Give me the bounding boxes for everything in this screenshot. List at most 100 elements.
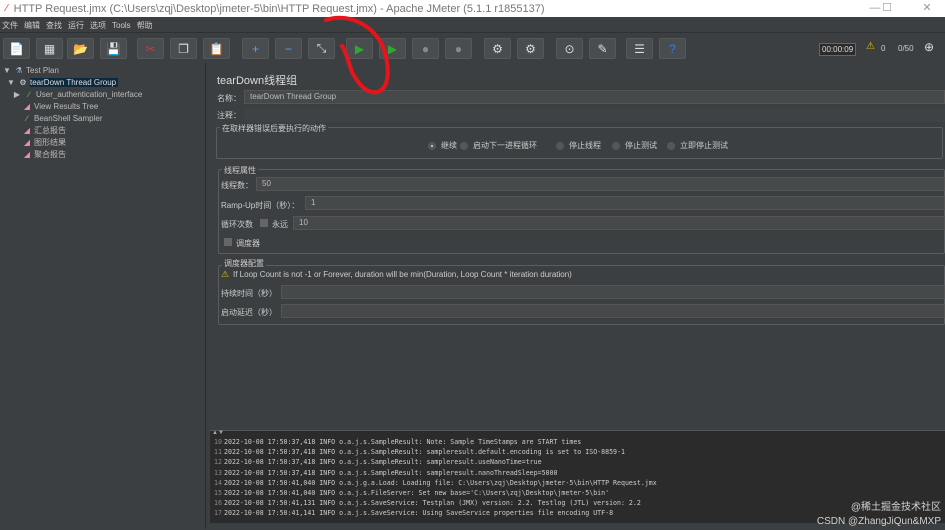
radio-stop-test-now[interactable]: 立即停止测试 [667, 140, 728, 151]
title-bar: ∕ HTTP Request.jmx (C:\Users\zqj\Desktop… [0, 0, 945, 17]
radio-stop-test[interactable]: 停止测试 [612, 140, 657, 151]
clear-button[interactable]: ⚙ [484, 38, 511, 59]
test-plan-tree: ▼ ⚗ Test Plan ▼ ⚙ tearDown Thread Group ▶ ∕ User… [0, 63, 206, 529]
jmeter-feather-icon: ∕ [6, 3, 8, 14]
log-text: 2022-10-08 17:50:41,141 INFO o.a.j.s.Sav… [224, 509, 614, 518]
menu-edit[interactable]: 编辑 [24, 20, 40, 31]
menu-file[interactable]: 文件 [2, 20, 18, 31]
log-line: 15 2022-10-08 17:50:41,040 INFO o.a.j.s.F… [210, 488, 609, 498]
menu-bar: 文件 编辑 查找 运行 选项 Tools 帮助 [0, 18, 945, 33]
log-text: 2022-10-08 17:50:41,040 INFO o.a.j.g.a.L… [224, 478, 657, 487]
expander-icon[interactable]: ▶ [12, 90, 22, 99]
tree-node-label: Test Plan [26, 66, 59, 75]
error-action-label: 在取样器错误后要执行的动作 [220, 123, 328, 134]
red-annotation-scribble [324, 15, 390, 95]
function-helper-icon: ☰ [634, 41, 645, 56]
search-button[interactable]: ⊙ [556, 38, 583, 59]
cut-icon: ✂ [145, 41, 156, 56]
startup-delay-input[interactable] [281, 304, 945, 318]
comment-input[interactable] [244, 108, 945, 122]
log-text: 2022-10-08 17:50:41,131 INFO o.a.j.s.Sav… [224, 499, 641, 508]
paste-icon: 📋 [209, 41, 224, 56]
scheduler-checkbox[interactable] [224, 238, 232, 246]
elapsed-timer: 00:00:09 [819, 43, 857, 56]
function-helper-button[interactable]: ☰ [626, 38, 653, 59]
radio-stop-thread[interactable]: 停止线程 [556, 140, 601, 151]
threads-input[interactable]: 50 [256, 177, 945, 191]
watermark-line2: CSDN @ZhangJiQun&MXP [816, 516, 941, 527]
menu-help[interactable]: 帮助 [137, 20, 153, 31]
rampup-input[interactable]: 1 [305, 196, 945, 210]
tree-node[interactable]: ◢ 聚合报告 [10, 149, 66, 160]
templates-button[interactable]: ▦ [36, 38, 63, 59]
menu-run[interactable]: 运行 [68, 20, 84, 31]
stop-button[interactable]: ● [412, 38, 439, 59]
shutdown-button[interactable]: ● [445, 38, 472, 59]
loop-count-input[interactable]: 10 [293, 216, 945, 230]
split-arrows-icon[interactable]: ▲▼ [212, 430, 224, 436]
copy-button[interactable]: ❐ [170, 38, 197, 59]
forever-label: 永远 [272, 220, 288, 229]
tree-node-label: 聚合报告 [34, 150, 66, 159]
menu-options[interactable]: 选项 [90, 20, 106, 31]
tree-node[interactable]: ◢ 汇总报告 [10, 125, 66, 136]
duration-label: 持续时间（秒） [221, 289, 277, 298]
search-icon: ⊙ [564, 41, 575, 56]
radio-label: 立即停止测试 [680, 141, 728, 150]
radio-label: 停止测试 [625, 141, 657, 150]
line-number: 11 [214, 448, 222, 457]
log-line: 14 2022-10-08 17:50:41,040 INFO o.a.j.g.a… [210, 478, 657, 488]
collapse-button[interactable]: − [275, 38, 302, 59]
expand-button[interactable]: + [242, 38, 269, 59]
tree-node-label: User_authentication_interface [36, 90, 143, 99]
log-line: 16 2022-10-08 17:50:41,131 INFO o.a.j.s.S… [210, 498, 641, 508]
tree-node-label: BeanShell Sampler [34, 114, 103, 123]
cut-button[interactable]: ✂ [137, 38, 164, 59]
menu-tools[interactable]: Tools [112, 21, 131, 30]
chart-icon: ◢ [23, 138, 31, 147]
radio-continue[interactable]: 继续 [428, 140, 457, 151]
save-button[interactable]: 💾 [100, 38, 127, 59]
help-button[interactable]: ? [659, 38, 686, 59]
scheduler-label: 调度器 [236, 239, 260, 248]
paste-button[interactable]: 📋 [203, 38, 230, 59]
line-number: 15 [214, 489, 222, 497]
open-icon: 📂 [73, 41, 88, 56]
expander-icon[interactable]: ▼ [6, 78, 16, 87]
tree-node-label: 汇总报告 [34, 126, 66, 135]
forever-checkbox[interactable] [260, 219, 268, 227]
log-panel: ▲▼ 10 2022-10-08 17:50:37,418 INFO o.a.j.… [210, 430, 945, 530]
thread-properties-label: 线程属性 [222, 165, 258, 176]
duration-input[interactable] [281, 285, 945, 299]
expand-icon: + [251, 41, 259, 56]
clear-all-button[interactable]: ⚙ [517, 38, 544, 59]
warning-icon[interactable]: ⚠ [866, 41, 875, 52]
expander-icon[interactable]: ▼ [2, 66, 12, 75]
tree-node[interactable]: ∕ BeanShell Sampler [10, 113, 102, 124]
watermark-line1: @稀土掘金技术社区 [850, 502, 941, 513]
remote-globe-icon[interactable]: ⊕ [924, 40, 934, 54]
radio-label: 停止线程 [569, 141, 601, 150]
line-number: 12 [214, 458, 222, 467]
maximize-button[interactable]: ☐ [872, 0, 902, 17]
active-threads: 0/50 [898, 44, 914, 53]
close-button[interactable]: ✕ [912, 0, 942, 17]
tree-node[interactable]: ▼ ⚗ Test Plan [2, 65, 59, 76]
tree-node[interactable]: ◢ 图形结果 [10, 137, 66, 148]
menu-search[interactable]: 查找 [46, 20, 62, 31]
tree-node[interactable]: ▶ ∕ User_authentication_interface [12, 89, 142, 100]
new-button[interactable]: 📄 [3, 38, 30, 59]
gear-icon: ⚙ [19, 78, 27, 87]
warning-count: 0 [881, 44, 886, 53]
reset-search-icon: ✎ [597, 41, 608, 56]
reset-search-button[interactable]: ✎ [589, 38, 616, 59]
radio-start-next-loop[interactable]: 启动下一进程循环 [460, 140, 537, 151]
log-line: 10 2022-10-08 17:50:37,418 INFO o.a.j.s.S… [210, 437, 581, 447]
open-button[interactable]: 📂 [67, 38, 94, 59]
tree-node[interactable]: ◢ View Results Tree [10, 101, 98, 112]
log-text: 2022-10-08 17:50:37,418 INFO o.a.j.s.Sam… [224, 448, 625, 457]
tree-node[interactable]: ▼ ⚙ tearDown Thread Group [6, 77, 119, 88]
new-icon: 📄 [9, 41, 24, 56]
comment-label: 注释： [217, 111, 241, 120]
log-line: 12 2022-10-08 17:50:37,418 INFO o.a.j.s.S… [210, 457, 542, 467]
